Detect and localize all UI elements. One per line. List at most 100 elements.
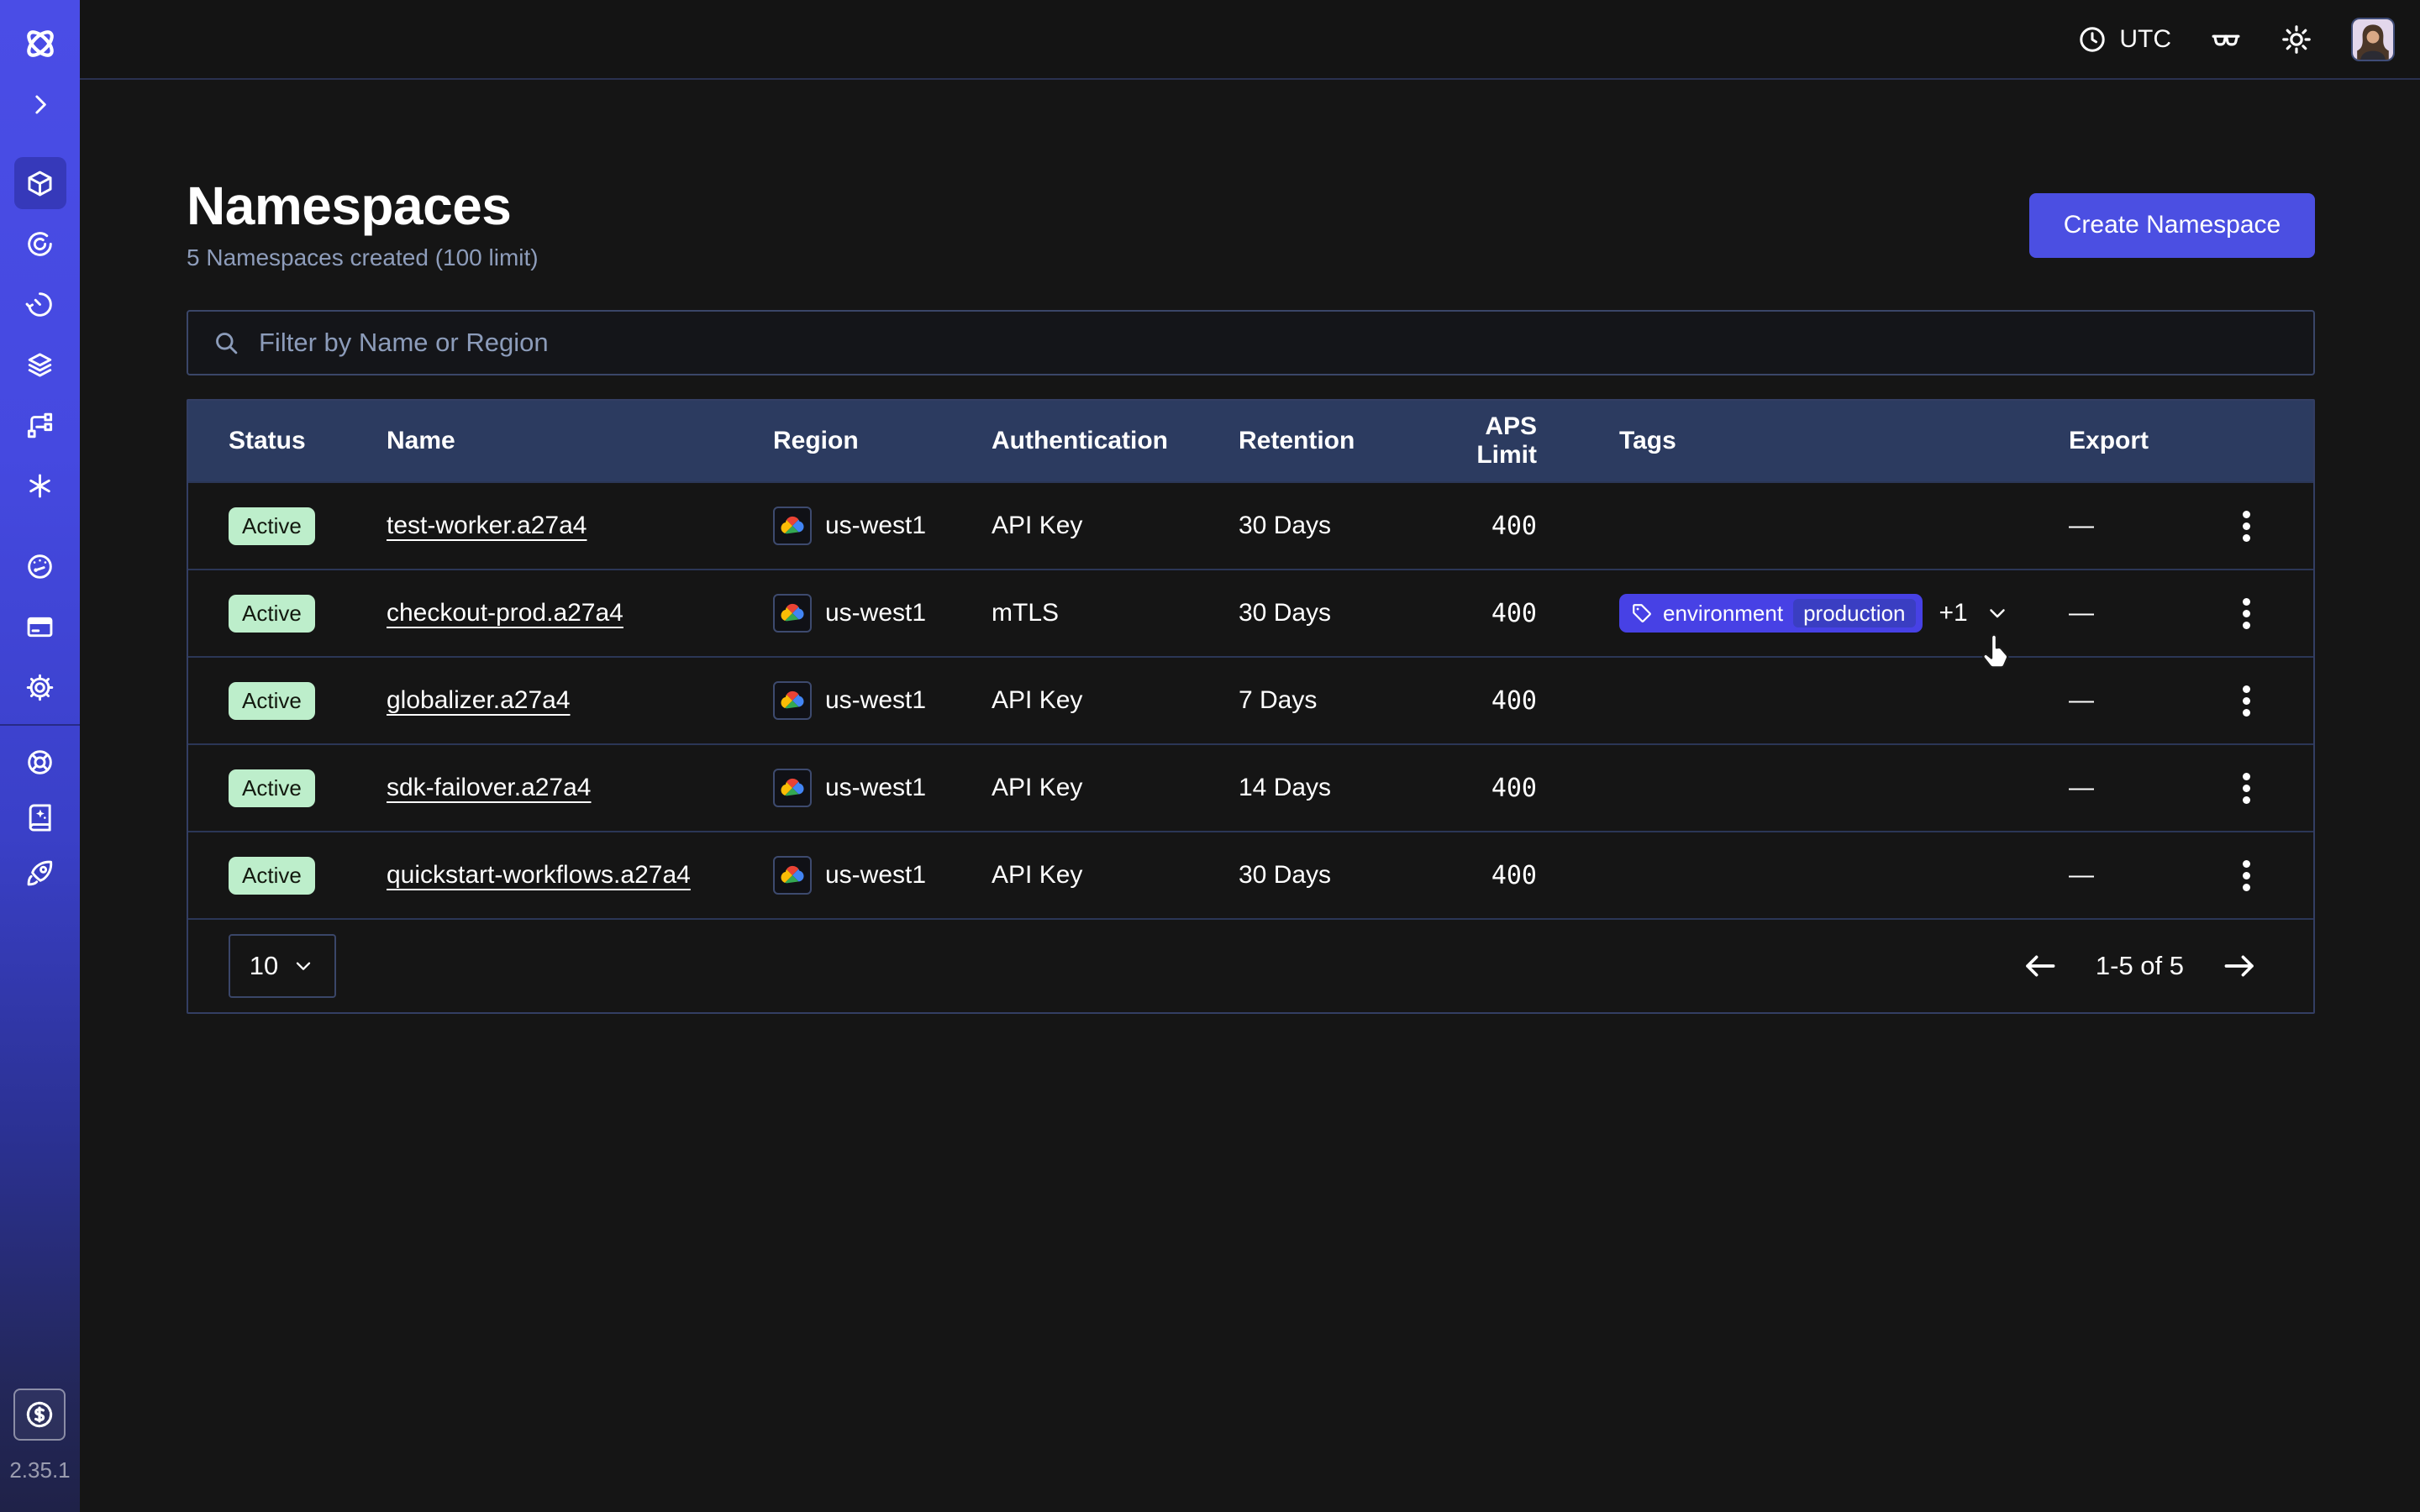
col-region: Region (773, 427, 992, 455)
row-menu-button[interactable] (2223, 764, 2270, 812)
branch-icon (25, 411, 55, 440)
pagination-range: 1-5 of 5 (2096, 951, 2184, 981)
tag-chip[interactable]: environment production (1619, 594, 1923, 633)
sidebar-item-quickstart[interactable] (0, 845, 80, 900)
export-value: — (2069, 599, 2223, 627)
swirl-icon (25, 229, 55, 259)
sidebar-item-batch[interactable] (0, 455, 80, 516)
rocket-icon (25, 858, 55, 888)
asterisk-icon (25, 471, 55, 501)
auth-label: API Key (992, 686, 1239, 715)
sidebar: 2.35.1 (0, 0, 80, 1512)
create-namespace-button[interactable]: Create Namespace (2029, 193, 2315, 258)
gcp-cloud-icon (773, 769, 812, 807)
cube-icon (25, 169, 55, 198)
col-export: Export (2069, 427, 2223, 455)
timezone-label: UTC (2119, 25, 2171, 54)
export-value: — (2069, 861, 2223, 890)
retention-label: 14 Days (1239, 774, 1430, 802)
tag-key: environment (1663, 601, 1783, 627)
status-badge: Active (229, 507, 315, 545)
region-label: us-west1 (825, 861, 926, 890)
row-menu-button[interactable] (2223, 590, 2270, 638)
status-badge: Active (229, 857, 315, 895)
sidebar-item-settings[interactable] (0, 657, 80, 717)
tags-expand-button[interactable] (1985, 601, 2010, 626)
card-icon (25, 612, 55, 642)
col-authentication: Authentication (992, 427, 1239, 455)
export-value: — (2069, 512, 2223, 540)
filter-input[interactable] (257, 327, 2290, 359)
row-menu-button[interactable] (2223, 677, 2270, 725)
previous-page-button[interactable] (2022, 948, 2059, 984)
topbar: UTC (80, 0, 2420, 80)
region-label: us-west1 (825, 686, 926, 715)
page-size-value: 10 (250, 951, 278, 981)
arrow-left-icon (2022, 948, 2059, 984)
retention-label: 7 Days (1239, 686, 1430, 715)
filter-bar[interactable] (187, 310, 2315, 375)
chevron-down-icon (292, 954, 315, 978)
sidebar-item-billing[interactable] (0, 596, 80, 657)
timezone-selector[interactable]: UTC (2077, 24, 2171, 55)
gcp-cloud-icon (773, 856, 812, 895)
clock-icon (2077, 24, 2107, 55)
sidebar-item-namespaces[interactable] (0, 153, 80, 213)
namespace-link[interactable]: globalizer.a27a4 (387, 686, 571, 714)
row-menu-button[interactable] (2223, 502, 2270, 550)
namespace-link[interactable]: test-worker.a27a4 (387, 512, 587, 539)
namespace-link[interactable]: checkout-prod.a27a4 (387, 599, 623, 627)
aps-limit-value: 400 (1430, 686, 1619, 716)
sidebar-divider (0, 724, 80, 726)
pagination-bar: 10 1-5 of 5 (188, 918, 2313, 1012)
tags-more-count[interactable]: +1 (1939, 599, 1968, 627)
app-version: 2.35.1 (9, 1457, 70, 1483)
avatar-image (2353, 19, 2393, 60)
namespace-link[interactable]: quickstart-workflows.a27a4 (387, 861, 691, 889)
sun-icon (2281, 24, 2312, 55)
row-menu-button[interactable] (2223, 852, 2270, 900)
temporal-logo-icon (19, 23, 61, 65)
auth-label: API Key (992, 861, 1239, 890)
export-value: — (2069, 686, 2223, 715)
auth-label: API Key (992, 774, 1239, 802)
sidebar-item-docs[interactable] (0, 790, 80, 845)
auth-label: mTLS (992, 599, 1239, 627)
aps-limit-value: 400 (1430, 512, 1619, 541)
layers-icon (25, 350, 55, 380)
aps-limit-value: 400 (1430, 774, 1619, 803)
region-label: us-west1 (825, 774, 926, 802)
col-aps-limit: APS Limit (1430, 412, 1619, 470)
sidebar-item-usage[interactable] (0, 536, 80, 596)
dollar-badge-icon (24, 1399, 55, 1431)
chevron-right-icon (25, 90, 55, 119)
table-row: Active globalizer.a27a4 us-west1 API Key… (188, 656, 2313, 743)
retention-label: 30 Days (1239, 861, 1430, 890)
sidebar-item-schedules[interactable] (0, 274, 80, 334)
tag-value: production (1793, 599, 1915, 627)
col-status: Status (229, 427, 387, 455)
gcp-cloud-icon (773, 507, 812, 545)
table-row: Active checkout-prod.a27a4 us-west1 mTLS… (188, 569, 2313, 656)
aps-limit-value: 400 (1430, 861, 1619, 890)
region-label: us-west1 (825, 599, 926, 627)
status-badge: Active (229, 682, 315, 720)
col-retention: Retention (1239, 427, 1430, 455)
labs-toggle-button[interactable] (2210, 24, 2242, 55)
main-content: Namespaces 5 Namespaces created (100 lim… (80, 80, 2420, 1014)
namespace-link[interactable]: sdk-failover.a27a4 (387, 774, 592, 801)
gear-icon (25, 673, 55, 702)
sidebar-item-workflows[interactable] (0, 213, 80, 274)
sidebar-item-deployments[interactable] (0, 334, 80, 395)
theme-toggle-button[interactable] (2281, 24, 2312, 55)
sidebar-expand-button[interactable] (0, 81, 80, 128)
sidebar-item-nexus[interactable] (0, 395, 80, 455)
credits-button[interactable] (13, 1389, 66, 1441)
table-header: Status Name Region Authentication Retent… (188, 401, 2313, 481)
next-page-button[interactable] (2221, 948, 2258, 984)
sidebar-item-support[interactable] (0, 734, 80, 790)
page-size-select[interactable]: 10 (229, 934, 336, 998)
table-row: Active quickstart-workflows.a27a4 us-wes… (188, 831, 2313, 918)
temporal-logo[interactable] (0, 18, 80, 69)
user-avatar[interactable] (2351, 18, 2395, 61)
